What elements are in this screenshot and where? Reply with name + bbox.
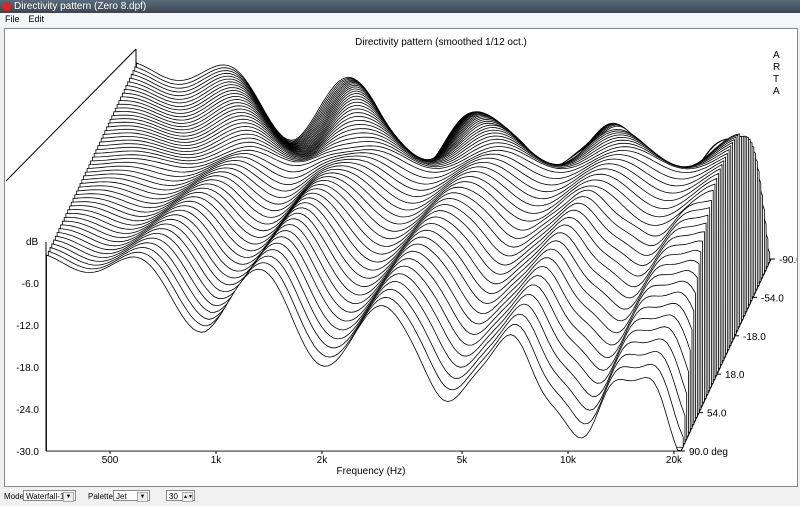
waterfall-chart: Directivity pattern (smoothed 1/12 oct.)… <box>5 37 800 477</box>
y-tick-label: -6.0 <box>22 279 40 290</box>
z-tick-label: 54.0 <box>707 409 727 420</box>
y-axis-label: dB <box>26 237 39 248</box>
menu-edit[interactable]: Edit <box>29 14 45 24</box>
palette-label: Palette <box>88 492 113 501</box>
chart-title: Directivity pattern (smoothed 1/12 oct.) <box>355 37 527 48</box>
x-axis-label: Frequency (Hz) <box>337 466 406 477</box>
arta-letter: T <box>773 74 779 85</box>
x-tick-label: 1k <box>211 455 223 466</box>
y-tick-label: -30.0 <box>16 447 39 458</box>
mode-label: Mode <box>4 492 25 501</box>
title-bar: Directivity pattern (Zero 8.dpf) <box>0 0 800 13</box>
y-tick-label: -12.0 <box>16 321 39 332</box>
chevron-down-icon: ▼ <box>63 492 74 502</box>
x-tick-label: 500 <box>102 455 119 466</box>
plot-area: Directivity pattern (smoothed 1/12 oct.)… <box>4 28 800 487</box>
mode-select[interactable]: Waterfall-1 ▼ <box>23 490 76 502</box>
z-tick-label: -54.0 <box>761 293 784 304</box>
arta-letter: A <box>773 50 780 61</box>
arta-watermark: ARTA <box>773 50 780 97</box>
y-tick-label: -18.0 <box>16 363 39 374</box>
palette-value: Jet <box>116 492 127 501</box>
z-tick-label: -90.0 <box>779 255 797 266</box>
count-spinner[interactable]: 30 ▲▼ <box>166 490 195 502</box>
spinner-arrows-icon[interactable]: ▲▼ <box>182 492 193 502</box>
z-tick-label: 90.0 deg <box>689 447 728 458</box>
x-tick-label: 20k <box>666 455 683 466</box>
menu-bar: File Edit <box>0 13 800 26</box>
app-icon <box>2 2 11 11</box>
window-title: Directivity pattern (Zero 8.dpf) <box>14 1 147 12</box>
arta-letter: R <box>773 62 780 73</box>
x-tick-label: 10k <box>560 455 577 466</box>
control-bar: Mode Waterfall-1 ▼ Palette Jet ▼ 30 ▲▼ <box>0 488 800 506</box>
x-tick-label: 2k <box>317 455 329 466</box>
count-value: 30 <box>169 492 178 501</box>
arta-letter: A <box>773 86 780 97</box>
menu-file[interactable]: File <box>5 14 20 24</box>
z-tick-label: -18.0 <box>743 332 766 343</box>
mode-value: Waterfall-1 <box>26 492 65 501</box>
chevron-down-icon: ▼ <box>137 492 148 502</box>
x-tick-label: 5k <box>457 455 469 466</box>
z-tick-label: 18.0 <box>725 370 745 381</box>
y-tick-label: -24.0 <box>16 405 39 416</box>
palette-select[interactable]: Jet ▼ <box>113 490 150 502</box>
